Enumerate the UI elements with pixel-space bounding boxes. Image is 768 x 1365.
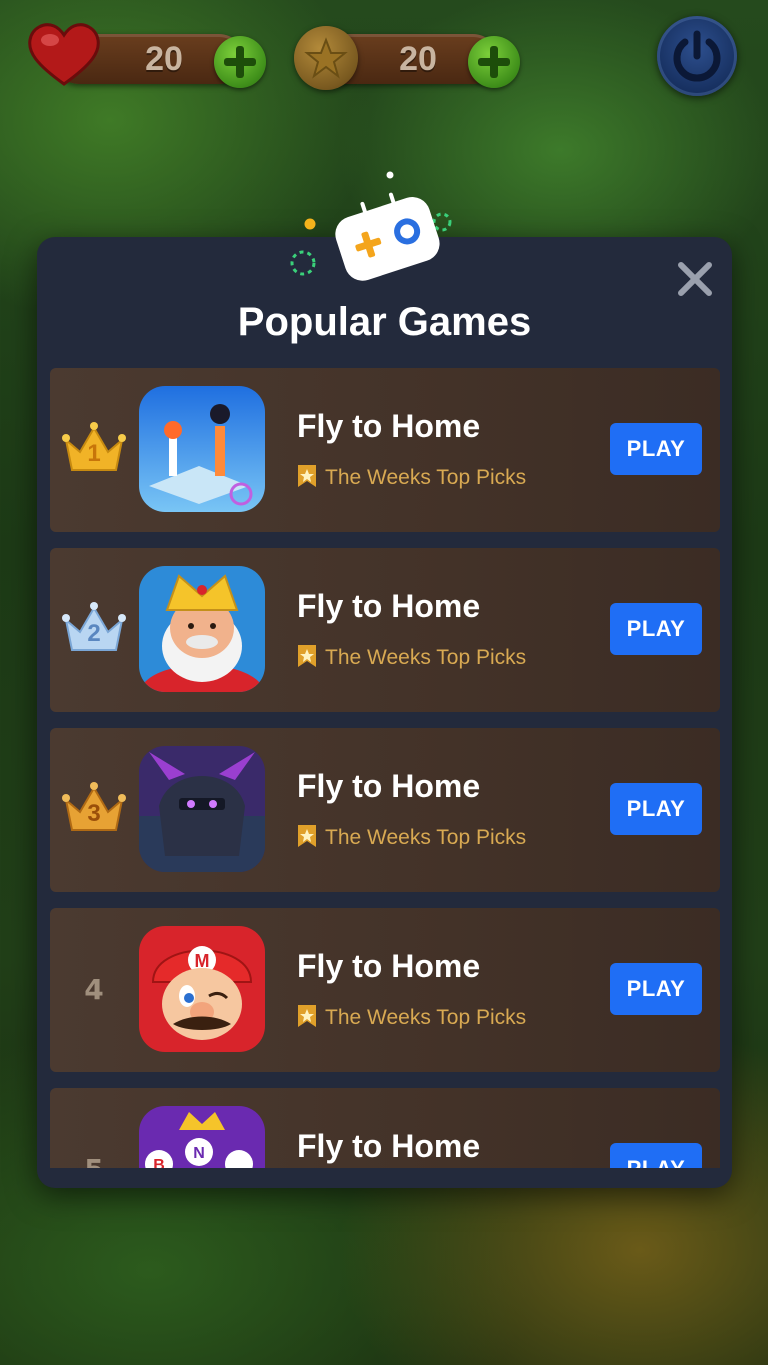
play-button[interactable]: PLAY [610, 783, 702, 835]
play-button[interactable]: PLAY [610, 603, 702, 655]
heart-icon [28, 23, 100, 86]
game-title: Fly to Home [297, 588, 481, 624]
game-icon[interactable] [139, 746, 265, 872]
popular-games-dialog: Popular Games 1 Fly to Home The Weeks To… [37, 237, 732, 1188]
rank-badge: 4 [62, 958, 126, 1018]
add-coins-button[interactable] [468, 36, 520, 88]
star-icon [304, 37, 348, 79]
game-title: Fly to Home [297, 768, 481, 804]
coins-counter: 20 [294, 26, 528, 90]
play-button[interactable]: PLAY [610, 423, 702, 475]
gamepad-icon [290, 171, 452, 281]
game-subtitle: The Weeks Top Picks [297, 824, 526, 852]
games-list[interactable]: 1 Fly to Home The Weeks Top Picks PLAY 2… [50, 368, 720, 1168]
game-subtitle: The Weeks Top Picks [297, 644, 526, 672]
game-subtitle: The Weeks Top Picks [297, 464, 526, 492]
list-item: 5 B N Fly to Home PLAY [50, 1088, 720, 1168]
rank-badge: 5 [62, 1138, 126, 1168]
game-icon[interactable]: B N [139, 1106, 265, 1168]
list-item: 4 M Fly to Home The Weeks Top Picks PLAY [50, 908, 720, 1072]
play-button[interactable]: PLAY [610, 963, 702, 1015]
plus-icon [224, 46, 256, 78]
dialog-title: Popular Games [237, 300, 532, 344]
bookmark-icon [298, 825, 316, 847]
game-title: Fly to Home [297, 1128, 481, 1164]
rank-number: 4 [84, 973, 104, 1006]
game-icon[interactable]: M [139, 926, 265, 1052]
coins-value: 20 [399, 40, 437, 78]
rank-number: 5 [62, 1138, 126, 1168]
game-title: Fly to Home [297, 948, 481, 984]
svg-text:N: N [193, 1145, 205, 1162]
rank-badge: 1 [62, 418, 126, 478]
lives-counter: 20 [28, 23, 266, 88]
bookmark-icon [298, 465, 316, 487]
game-icon[interactable] [139, 386, 265, 512]
close-icon[interactable] [671, 255, 719, 303]
play-button[interactable]: PLAY [610, 1143, 702, 1168]
power-icon [673, 30, 721, 82]
rank-badge: 2 [62, 598, 126, 658]
power-button[interactable] [657, 16, 737, 96]
bookmark-icon [298, 1005, 316, 1027]
svg-text:B: B [153, 1157, 165, 1168]
plus-icon [478, 46, 510, 78]
add-lives-button[interactable] [214, 36, 266, 88]
game-icon[interactable] [139, 566, 265, 692]
coin-icon [294, 26, 358, 90]
bookmark-icon [298, 645, 316, 667]
list-item: 3 Fly to Home The Weeks Top Picks PLAY [50, 728, 720, 892]
list-item: 1 Fly to Home The Weeks Top Picks PLAY [50, 368, 720, 532]
rank-number: 1 [87, 440, 101, 467]
game-subtitle: The Weeks Top Picks [297, 1004, 526, 1032]
game-title: Fly to Home [297, 408, 481, 444]
rank-badge: 3 [62, 778, 126, 838]
rank-number: 2 [87, 620, 101, 647]
lives-value: 20 [145, 40, 183, 78]
rank-number: 3 [87, 800, 101, 827]
list-item: 2 Fly to Home The Weeks Top Picks PLAY [50, 548, 720, 712]
